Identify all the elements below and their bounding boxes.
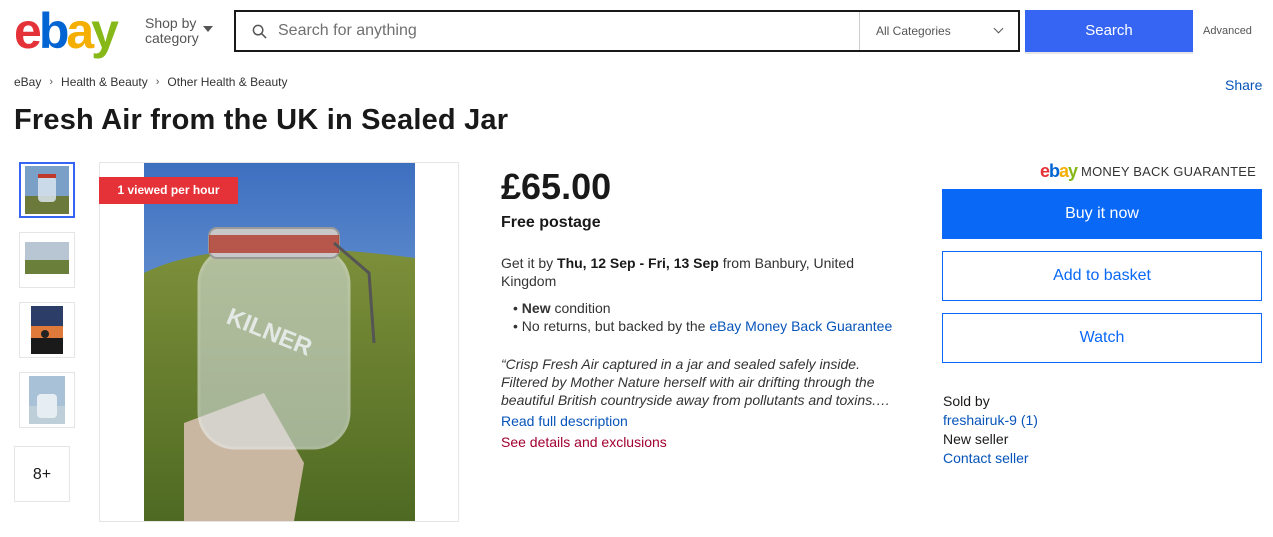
mbg-text: MONEY BACK GUARANTEE: [1081, 164, 1257, 179]
sunset-thumbnail-image: [31, 306, 63, 354]
search-bar: All Categories: [234, 10, 1020, 52]
money-back-guarantee-banner: ebay MONEY BACK GUARANTEE: [1040, 161, 1256, 182]
see-details-link[interactable]: See details and exclusions: [501, 434, 667, 450]
gallery-thumbnail[interactable]: [19, 162, 75, 218]
caret-down-icon: [203, 26, 213, 32]
more-images-button[interactable]: 8+: [14, 446, 70, 502]
item-description-snippet: “Crisp Fresh Air captured in a jar and s…: [501, 356, 891, 408]
search-input[interactable]: [278, 12, 858, 50]
item-highlights: New condition No returns, but backed by …: [513, 299, 892, 335]
share-link[interactable]: Share: [1225, 77, 1262, 93]
sold-by-label: Sold by: [943, 393, 990, 409]
seller-name-link[interactable]: freshairuk-9: [943, 412, 1017, 428]
page-title: Fresh Air from the UK in Sealed Jar: [14, 104, 509, 136]
breadcrumb-item[interactable]: Health & Beauty: [61, 75, 148, 89]
returns-text: No returns, but backed by the: [521, 318, 706, 334]
item-price: £65.00: [501, 166, 612, 207]
money-back-guarantee-link[interactable]: eBay Money Back Guarantee: [709, 318, 892, 334]
search-button[interactable]: Search: [1025, 10, 1193, 52]
search-icon: [252, 24, 267, 39]
main-image-frame[interactable]: KILNER: [99, 162, 459, 522]
category-select[interactable]: All Categories: [859, 12, 1020, 50]
watch-button[interactable]: Watch: [942, 313, 1262, 363]
advanced-search-link[interactable]: Advanced: [1203, 25, 1252, 37]
list-item: No returns, but backed by the eBay Money…: [513, 317, 892, 335]
chevron-right-icon: ›: [155, 76, 160, 88]
buy-it-now-button[interactable]: Buy it now: [942, 189, 1262, 239]
gallery-thumbnail[interactable]: [19, 302, 75, 358]
gallery-thumbnail[interactable]: [19, 372, 75, 428]
jar-photo: KILNER: [144, 163, 415, 521]
add-to-basket-button[interactable]: Add to basket: [942, 251, 1262, 301]
ebay-mini-logo: ebay: [1040, 161, 1078, 181]
delivery-estimate: Get it by Thu, 12 Sep - Fri, 13 Sep from…: [501, 254, 881, 290]
breadcrumb: eBay › Health & Beauty › Other Health & …: [14, 75, 288, 89]
list-item: New condition: [513, 299, 892, 317]
read-full-description-link[interactable]: Read full description: [501, 413, 628, 429]
jar-thumbnail-image: [25, 166, 69, 214]
delivery-prefix: Get it by: [501, 255, 554, 271]
jar-closeup-thumbnail-image: [29, 376, 65, 424]
condition-label: condition: [554, 300, 611, 316]
breadcrumb-item[interactable]: eBay: [14, 75, 41, 89]
chevron-right-icon: ›: [49, 76, 54, 88]
seller-info: Sold by freshairuk-9 (1) New seller Cont…: [943, 392, 1038, 468]
seller-feedback-count[interactable]: (1): [1021, 412, 1038, 428]
seller-status: New seller: [943, 431, 1009, 447]
chevron-down-icon: [993, 23, 1004, 34]
landscape-thumbnail-image: [25, 236, 69, 284]
postage-info: Free postage: [501, 214, 601, 231]
contact-seller-link[interactable]: Contact seller: [943, 449, 1038, 468]
category-selected: All Categories: [876, 24, 951, 38]
condition-value: New: [521, 300, 551, 316]
breadcrumb-item[interactable]: Other Health & Beauty: [167, 75, 287, 89]
shop-by-category-button[interactable]: Shop by category: [145, 15, 213, 46]
delivery-dates: Thu, 12 Sep - Fri, 13 Sep: [557, 255, 719, 271]
gallery-thumbnail[interactable]: [19, 232, 75, 288]
shop-by-label: Shop by category: [145, 15, 199, 46]
ebay-logo[interactable]: ebay: [14, 6, 119, 56]
viewed-per-hour-badge: 1 viewed per hour: [99, 177, 238, 204]
